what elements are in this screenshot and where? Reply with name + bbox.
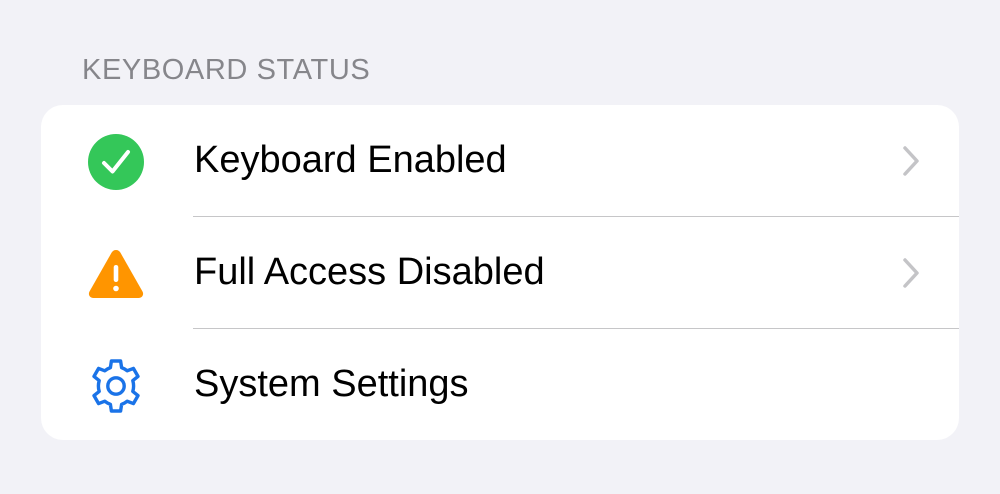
- gear-icon: [87, 357, 145, 415]
- section-header: KEYBOARD STATUS: [82, 54, 371, 86]
- row-system-settings[interactable]: System Settings: [41, 329, 959, 440]
- row-keyboard-enabled[interactable]: Keyboard Enabled: [41, 105, 959, 216]
- keyboard-status-card: Keyboard Enabled Full Access Disabled Sy…: [41, 105, 959, 440]
- warning-triangle-icon: [87, 245, 145, 303]
- row-label: Keyboard Enabled: [194, 139, 507, 181]
- row-label: System Settings: [194, 363, 469, 405]
- row-full-access-disabled[interactable]: Full Access Disabled: [41, 217, 959, 328]
- chevron-right-icon: [901, 145, 921, 177]
- checkmark-circle-icon: [87, 133, 145, 191]
- chevron-right-icon: [901, 257, 921, 289]
- row-label: Full Access Disabled: [194, 251, 545, 293]
